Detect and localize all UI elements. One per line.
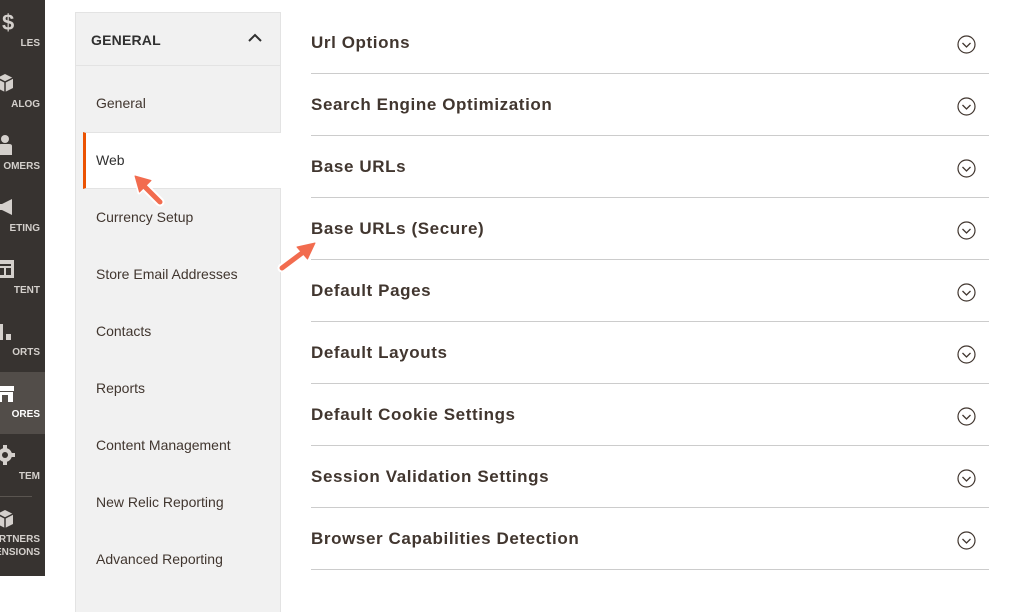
section-browser-capabilities-detection[interactable]: Browser Capabilities Detection <box>311 508 989 570</box>
nav-label: ETING <box>9 223 40 234</box>
chevron-down-circle-icon[interactable] <box>957 97 976 116</box>
bar-chart-icon <box>0 324 11 340</box>
tab-general[interactable]: General <box>76 75 280 132</box>
nav-item-catalog[interactable]: ALOG <box>0 62 45 124</box>
section-default-pages[interactable]: Default Pages <box>311 260 989 322</box>
nav-divider <box>0 496 32 497</box>
nav-item-reports[interactable]: ORTS <box>0 310 45 372</box>
layout-icon <box>0 260 14 278</box>
tabs-group-title: GENERAL <box>91 32 161 48</box>
config-sections: Url Options Search Engine Optimization B… <box>311 12 989 570</box>
nav-label: ALOG <box>11 99 40 110</box>
nav-item-content[interactable]: TENT <box>0 248 45 310</box>
nav-label: ORTS <box>12 347 40 358</box>
config-tabs-panel: GENERAL General Web Currency Setup Store… <box>75 12 281 612</box>
tab-label: General <box>96 95 146 111</box>
nav-item-system[interactable]: TEM <box>0 434 45 496</box>
nav-item-customers[interactable]: OMERS <box>0 124 45 186</box>
tab-label: Store Email Addresses <box>96 266 238 282</box>
section-title: Base URLs (Secure) <box>311 219 485 238</box>
nav-label-line1: ARTNERS <box>0 534 40 545</box>
tab-store-email-addresses[interactable]: Store Email Addresses <box>76 246 280 303</box>
nav-label-line2: ENSIONS <box>0 547 40 558</box>
section-title: Default Layouts <box>311 343 448 362</box>
dollar-icon: $ <box>2 10 14 32</box>
nav-label: LES <box>20 38 40 49</box>
nav-label: OMERS <box>3 161 40 172</box>
tab-new-relic-reporting[interactable]: New Relic Reporting <box>76 474 280 531</box>
person-icon <box>0 135 12 155</box>
tab-label: New Relic Reporting <box>96 494 224 510</box>
cube-icon <box>0 510 14 528</box>
chevron-down-circle-icon[interactable] <box>957 407 976 426</box>
tab-web[interactable]: Web <box>83 132 281 189</box>
nav-item-partners-extensions[interactable]: ARTNERS ENSIONS <box>0 500 45 576</box>
svg-text:$: $ <box>2 10 14 32</box>
tab-label: Content Management <box>96 437 231 453</box>
tab-currency-setup[interactable]: Currency Setup <box>76 189 280 246</box>
section-default-layouts[interactable]: Default Layouts <box>311 322 989 384</box>
megaphone-icon <box>0 199 12 215</box>
chevron-down-circle-icon[interactable] <box>957 35 976 54</box>
tab-reports[interactable]: Reports <box>76 360 280 417</box>
section-default-cookie-settings[interactable]: Default Cookie Settings <box>311 384 989 446</box>
tab-label: Web <box>96 152 125 168</box>
box-icon <box>0 74 14 92</box>
nav-item-stores[interactable]: ORES <box>0 372 45 434</box>
nav-item-sales[interactable]: $ LES <box>0 0 45 62</box>
tab-label: Advanced Reporting <box>96 551 223 567</box>
section-base-urls-secure[interactable]: Base URLs (Secure) <box>311 198 989 260</box>
chevron-down-circle-icon[interactable] <box>957 469 976 488</box>
nav-item-marketing[interactable]: ETING <box>0 186 45 248</box>
tab-label: Currency Setup <box>96 209 194 225</box>
section-title: Default Pages <box>311 281 432 300</box>
chevron-down-circle-icon[interactable] <box>957 221 976 240</box>
chevron-up-icon <box>248 33 262 42</box>
section-session-validation-settings[interactable]: Session Validation Settings <box>311 446 989 508</box>
section-title: Session Validation Settings <box>311 467 550 486</box>
tab-label: Contacts <box>96 323 152 339</box>
chevron-down-circle-icon[interactable] <box>957 345 976 364</box>
section-title: Default Cookie Settings <box>311 405 516 424</box>
section-title: Url Options <box>311 33 411 52</box>
tab-contacts[interactable]: Contacts <box>76 303 280 360</box>
chevron-down-circle-icon[interactable] <box>957 283 976 302</box>
section-base-urls[interactable]: Base URLs <box>311 136 989 198</box>
tabs-group-header-general[interactable]: GENERAL <box>76 13 280 66</box>
nav-label: TEM <box>18 471 40 482</box>
section-title: Base URLs <box>311 157 407 176</box>
section-title: Search Engine Optimization <box>311 95 553 114</box>
section-title: Browser Capabilities Detection <box>311 529 580 548</box>
tab-label: Reports <box>96 380 146 396</box>
section-search-engine-optimization[interactable]: Search Engine Optimization <box>311 74 989 136</box>
admin-menu: $ LES ALOG OMERS ETING TENT ORTS ORES TE… <box>0 0 45 576</box>
nav-label: ORES <box>11 409 40 420</box>
chevron-down-circle-icon[interactable] <box>957 159 976 178</box>
chevron-down-circle-icon[interactable] <box>957 531 976 550</box>
nav-label: TENT <box>13 285 40 296</box>
tab-advanced-reporting[interactable]: Advanced Reporting <box>76 531 280 588</box>
section-url-options[interactable]: Url Options <box>311 12 989 74</box>
tab-content-management[interactable]: Content Management <box>76 417 280 474</box>
store-icon <box>0 386 14 402</box>
gear-icon <box>0 445 15 465</box>
